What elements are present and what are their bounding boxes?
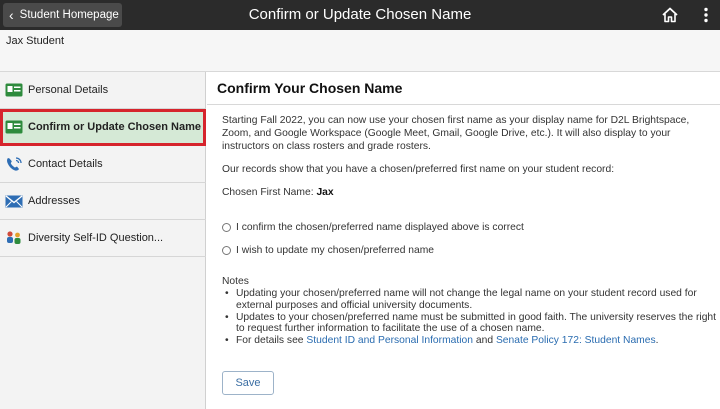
section-title: Confirm Your Chosen Name [217,80,403,96]
sidebar-item-contact-details[interactable]: Contact Details [0,146,206,183]
note-item-details: For details see Student ID and Personal … [222,335,716,347]
people-icon [4,230,23,247]
student-id-info-link[interactable]: Student ID and Personal Information [306,335,473,346]
senate-policy-link[interactable]: Senate Policy 172: Student Names [496,335,656,346]
back-button-label: Student Homepage [19,9,119,21]
sidebar-item-diversity[interactable]: Diversity Self-ID Question... [0,220,206,257]
save-button[interactable]: Save [222,371,274,395]
student-homepage-button[interactable]: ‹ Student Homepage [3,3,122,27]
sidebar-item-addresses[interactable]: Addresses [0,183,206,220]
intro-text: Starting Fall 2022, you can now use your… [222,115,690,152]
home-icon[interactable] [661,6,679,24]
radio-button[interactable] [222,246,231,255]
student-name: Jax Student [6,35,65,47]
sidebar-item-label: Addresses [28,195,80,207]
radio-label: I wish to update my chosen/preferred nam… [236,245,435,256]
update-name-radio[interactable]: I wish to update my chosen/preferred nam… [222,245,434,256]
sidebar-item-label: Diversity Self-ID Question... [28,232,164,244]
note-item: Updating your chosen/preferred name will… [222,288,716,312]
header-bar: ‹ Student Homepage Confirm or Update Cho… [0,0,720,30]
chevron-left-icon: ‹ [9,7,14,23]
sidebar-item-chosen-name[interactable]: Confirm or Update Chosen Name [0,109,206,146]
radio-label: I confirm the chosen/preferred name disp… [236,222,524,233]
note-item: Updates to your chosen/preferred name mu… [222,312,716,336]
chosen-name-row: Chosen First Name: Jax [222,187,334,198]
main-content: Confirm Your Chosen Name Starting Fall 2… [207,72,720,409]
chosen-name-value: Jax [316,187,334,198]
student-info-bar: Jax Student [0,30,720,72]
divider [207,104,720,105]
notes-list: Updating your chosen/preferred name will… [222,288,716,347]
details-suffix: . [655,335,659,347]
sidebar-item-personal-details[interactable]: Personal Details [0,72,206,109]
id-card-icon [4,119,23,136]
sidebar-item-label: Confirm or Update Chosen Name [28,121,201,133]
details-prefix: For details see [236,335,304,347]
details-and: and [475,335,494,347]
more-vertical-icon[interactable] [700,6,712,24]
sidebar: Personal Details Confirm or Update Chose… [0,72,206,409]
notes-title: Notes [222,276,249,287]
id-card-icon [4,82,23,99]
records-text: Our records show that you have a chosen/… [222,164,615,175]
confirm-name-radio[interactable]: I confirm the chosen/preferred name disp… [222,222,524,233]
envelope-icon [4,193,23,210]
sidebar-item-label: Personal Details [28,84,109,96]
chosen-name-label: Chosen First Name: [222,187,314,198]
radio-button[interactable] [222,223,231,232]
sidebar-item-label: Contact Details [28,158,103,170]
phone-icon [4,156,23,173]
